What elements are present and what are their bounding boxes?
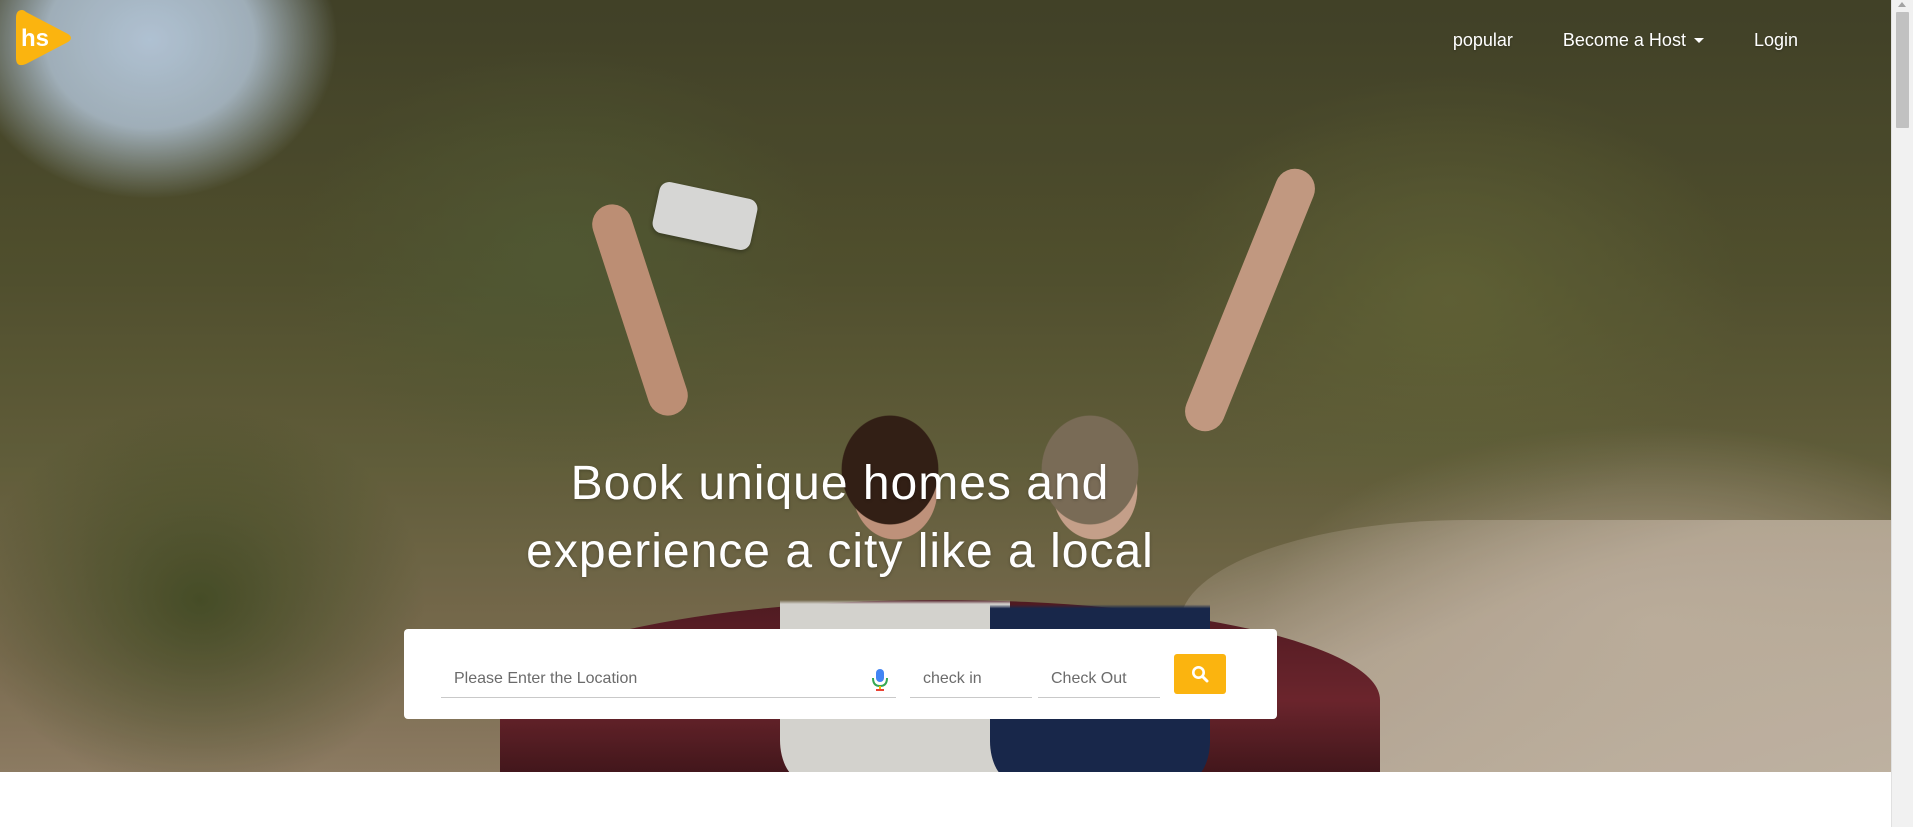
chevron-down-icon: [1693, 37, 1704, 43]
hero-road: [1180, 520, 1891, 772]
page: hs popular Become a Host Login Book uniq…: [0, 0, 1913, 827]
location-input[interactable]: [441, 662, 896, 696]
hero-headline: Book unique homes and experience a city …: [420, 450, 1260, 586]
search-icon: [1192, 666, 1209, 683]
scroll-up-arrow-icon[interactable]: [1898, 2, 1906, 7]
search-button[interactable]: [1174, 654, 1226, 694]
nav-item-become-a-host[interactable]: Become a Host: [1538, 28, 1729, 52]
checkin-field: [910, 662, 1032, 698]
top-nav: popular Become a Host Login: [1428, 28, 1823, 52]
nav-item-popular-label: popular: [1452, 29, 1513, 50]
nav-item-login-label: Login: [1753, 29, 1798, 50]
microphone-icon[interactable]: [870, 668, 890, 692]
hero-arm-right: [1179, 162, 1321, 438]
checkout-input[interactable]: [1038, 662, 1160, 696]
hero-phone: [650, 180, 760, 252]
nav-item-popular[interactable]: popular: [1428, 28, 1538, 52]
hero-headline-line2: experience a city like a local: [526, 525, 1154, 578]
page-scrollbar[interactable]: [1891, 0, 1913, 827]
checkout-field: [1038, 662, 1160, 698]
hero-arm-left: [586, 199, 694, 421]
scrollbar-thumb[interactable]: [1896, 12, 1909, 128]
location-field: [441, 662, 896, 698]
search-panel: [404, 629, 1277, 719]
checkin-input[interactable]: [910, 662, 1032, 696]
brand-logo-text: hs: [21, 25, 49, 52]
nav-item-become-a-host-label: Become a Host: [1562, 29, 1686, 50]
brand-logo[interactable]: hs: [14, 6, 74, 70]
nav-item-login[interactable]: Login: [1729, 28, 1823, 52]
hero-headline-line1: Book unique homes and: [570, 457, 1110, 510]
